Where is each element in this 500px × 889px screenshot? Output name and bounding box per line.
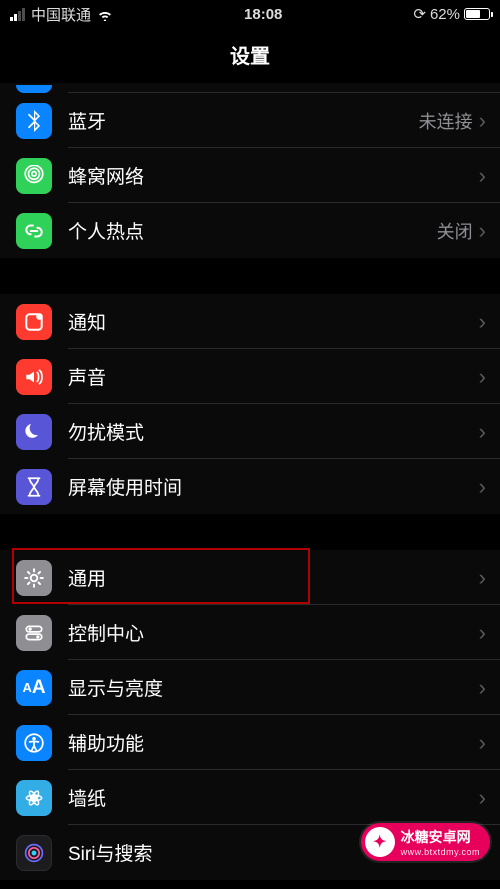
watermark-brand: 冰糖安卓网	[401, 827, 480, 847]
chevron-right-icon: ›	[479, 311, 500, 333]
row-accessibility[interactable]: 辅助功能 ›	[0, 715, 500, 770]
row-bluetooth[interactable]: 蓝牙 未连接 ›	[0, 93, 500, 148]
hourglass-icon	[16, 469, 52, 505]
row-label: 通用	[68, 564, 106, 591]
chevron-right-icon: ›	[479, 622, 500, 644]
status-left: 中国联通	[10, 4, 113, 25]
status-time: 18:08	[244, 6, 282, 23]
row-hotspot[interactable]: 个人热点 关闭 ›	[0, 203, 500, 258]
toggles-icon	[16, 615, 52, 651]
watermark-mascot-icon: ✦	[365, 827, 395, 857]
row-label: 屏幕使用时间	[68, 473, 182, 500]
text-size-icon: AA	[16, 670, 52, 706]
status-bar: 中国联通 18:08 ⟳ 62%	[0, 0, 500, 28]
chevron-right-icon: ›	[479, 567, 500, 589]
row-wallpaper[interactable]: 墙纸 ›	[0, 770, 500, 825]
wifi-icon	[97, 8, 113, 20]
row-controlcenter[interactable]: 控制中心 ›	[0, 605, 500, 660]
carrier-label: 中国联通	[31, 4, 91, 25]
settings-group-alerts: 通知 › 声音 › 勿扰模式 › 屏幕使用时间 ›	[0, 294, 500, 514]
chevron-right-icon: ›	[479, 110, 500, 132]
row-label: 显示与亮度	[68, 674, 163, 701]
moon-icon	[16, 414, 52, 450]
row-partial-previous	[0, 83, 500, 93]
row-cellular[interactable]: 蜂窝网络 ›	[0, 148, 500, 203]
chevron-right-icon: ›	[479, 732, 500, 754]
siri-icon	[16, 835, 52, 871]
speaker-icon	[16, 359, 52, 395]
chevron-right-icon: ›	[479, 787, 500, 809]
accessibility-icon	[16, 725, 52, 761]
row-label: 通知	[68, 308, 106, 335]
row-label: 墙纸	[68, 784, 106, 811]
row-notifications[interactable]: 通知 ›	[0, 294, 500, 349]
status-right: ⟳ 62%	[413, 5, 490, 23]
row-screentime[interactable]: 屏幕使用时间 ›	[0, 459, 500, 514]
chevron-right-icon: ›	[479, 366, 500, 388]
antenna-icon	[16, 158, 52, 194]
battery-icon	[464, 8, 490, 20]
signal-icon	[10, 8, 25, 21]
chevron-right-icon: ›	[479, 677, 500, 699]
gear-icon	[16, 560, 52, 596]
notifications-icon	[16, 304, 52, 340]
flower-icon	[16, 780, 52, 816]
row-value: 未连接	[419, 108, 479, 134]
row-label: 个人热点	[68, 217, 144, 244]
row-label: 勿扰模式	[68, 418, 144, 445]
row-sounds[interactable]: 声音 ›	[0, 349, 500, 404]
row-dnd[interactable]: 勿扰模式 ›	[0, 404, 500, 459]
row-value: 关闭	[437, 218, 479, 244]
chevron-right-icon: ›	[479, 476, 500, 498]
row-label: 蓝牙	[68, 107, 106, 134]
row-label: Siri与搜索	[68, 839, 152, 866]
settings-group-network: 蓝牙 未连接 › 蜂窝网络 › 个人热点 关闭 ›	[0, 83, 500, 258]
row-general[interactable]: 通用 ›	[0, 550, 500, 605]
watermark-url: www.btxtdmy.com	[401, 847, 480, 857]
battery-pct: 62%	[430, 6, 460, 23]
row-label: 辅助功能	[68, 729, 144, 756]
bluetooth-icon	[16, 103, 52, 139]
row-label: 蜂窝网络	[68, 162, 144, 189]
row-label: 控制中心	[68, 619, 144, 646]
orientation-lock-icon: ⟳	[413, 5, 426, 23]
link-icon	[16, 213, 52, 249]
chevron-right-icon: ›	[479, 421, 500, 443]
page-title: 设置	[0, 28, 500, 83]
chevron-right-icon: ›	[479, 165, 500, 187]
watermark-badge: ✦ 冰糖安卓网 www.btxtdmy.com	[361, 823, 490, 861]
row-display[interactable]: AA 显示与亮度 ›	[0, 660, 500, 715]
row-label: 声音	[68, 363, 106, 390]
chevron-right-icon: ›	[479, 220, 500, 242]
